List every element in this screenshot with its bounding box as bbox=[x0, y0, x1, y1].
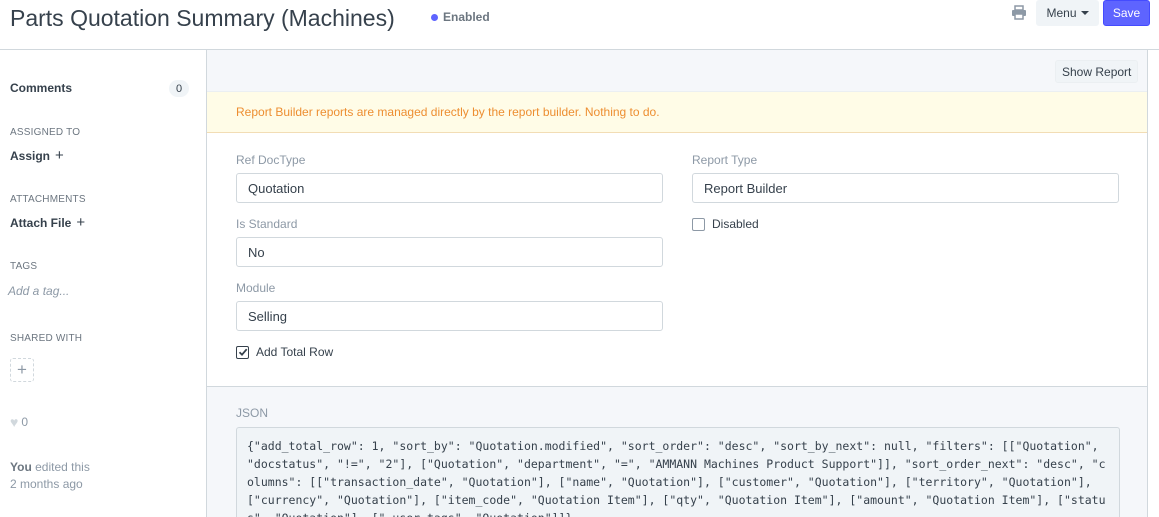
edit-text: edited this bbox=[35, 460, 90, 474]
edit-time: 2 months ago bbox=[10, 477, 83, 491]
page-title: Parts Quotation Summary (Machines) bbox=[10, 5, 395, 31]
module-label: Module bbox=[236, 281, 276, 295]
comments-count-badge: 0 bbox=[169, 80, 189, 97]
is-standard-select[interactable]: No bbox=[236, 237, 663, 267]
disabled-field[interactable]: Disabled bbox=[692, 217, 759, 231]
add-share-button[interactable]: + bbox=[10, 358, 34, 382]
attach-file-button[interactable]: Attach File + bbox=[10, 214, 85, 231]
menu-button[interactable]: Menu bbox=[1036, 0, 1099, 26]
form-main: Show Report Report Builder reports are m… bbox=[206, 50, 1148, 517]
tags-label: TAGS bbox=[10, 261, 38, 272]
caret-down-icon bbox=[1080, 11, 1089, 15]
comments-label[interactable]: Comments bbox=[10, 81, 72, 95]
attach-file-label: Attach File bbox=[10, 215, 72, 230]
ref-doctype-input[interactable]: Quotation bbox=[236, 173, 663, 203]
save-button[interactable]: Save bbox=[1103, 0, 1150, 26]
status-indicator: Enabled bbox=[431, 10, 490, 24]
add-total-row-label: Add Total Row bbox=[256, 345, 334, 359]
add-total-row-checkbox[interactable] bbox=[236, 345, 249, 359]
shared-with-label: SHARED WITH bbox=[10, 333, 83, 344]
ref-doctype-label: Ref DocType bbox=[236, 153, 306, 167]
add-tag-input[interactable]: Add a tag... bbox=[8, 284, 69, 298]
plus-icon: + bbox=[55, 147, 64, 164]
form-alert: Report Builder reports are managed direc… bbox=[207, 92, 1147, 133]
plus-icon: + bbox=[17, 360, 27, 379]
printer-icon[interactable] bbox=[1010, 5, 1028, 21]
report-type-label: Report Type bbox=[692, 153, 758, 167]
menu-button-label: Menu bbox=[1046, 6, 1077, 20]
last-edit-info: You edited this 2 months ago bbox=[10, 459, 90, 493]
page-header: Parts Quotation Summary (Machines) Enabl… bbox=[0, 0, 1159, 50]
disabled-checkbox[interactable] bbox=[692, 217, 705, 231]
likes-count: 0 bbox=[21, 415, 28, 429]
form-sidebar: Comments 0 ASSIGNED TO Assign + ATTACHME… bbox=[0, 50, 206, 517]
show-report-button[interactable]: Show Report bbox=[1055, 60, 1139, 83]
module-input[interactable]: Selling bbox=[236, 301, 663, 331]
json-section: JSON {"add_total_row": 1, "sort_by": "Qu… bbox=[207, 386, 1147, 517]
attachments-label: ATTACHMENTS bbox=[10, 194, 86, 205]
likes[interactable]: ♥ 0 bbox=[10, 414, 28, 430]
assign-button[interactable]: Assign + bbox=[10, 147, 64, 164]
json-label: JSON bbox=[236, 406, 269, 420]
disabled-label: Disabled bbox=[712, 217, 759, 231]
add-total-row-field[interactable]: Add Total Row bbox=[236, 345, 333, 359]
heart-icon: ♥ bbox=[10, 414, 19, 430]
json-code[interactable]: {"add_total_row": 1, "sort_by": "Quotati… bbox=[236, 427, 1120, 517]
is-standard-label: Is Standard bbox=[236, 217, 298, 231]
checkmark-icon bbox=[238, 348, 247, 357]
assign-label: Assign bbox=[10, 148, 51, 163]
plus-icon: + bbox=[76, 214, 86, 231]
assigned-to-label: ASSIGNED TO bbox=[10, 127, 81, 138]
status-dot-icon bbox=[431, 13, 438, 21]
report-type-select[interactable]: Report Builder bbox=[692, 173, 1119, 203]
form-toolbar: Show Report bbox=[207, 50, 1147, 92]
status-label: Enabled bbox=[443, 10, 490, 24]
editor-name: You bbox=[10, 460, 32, 474]
